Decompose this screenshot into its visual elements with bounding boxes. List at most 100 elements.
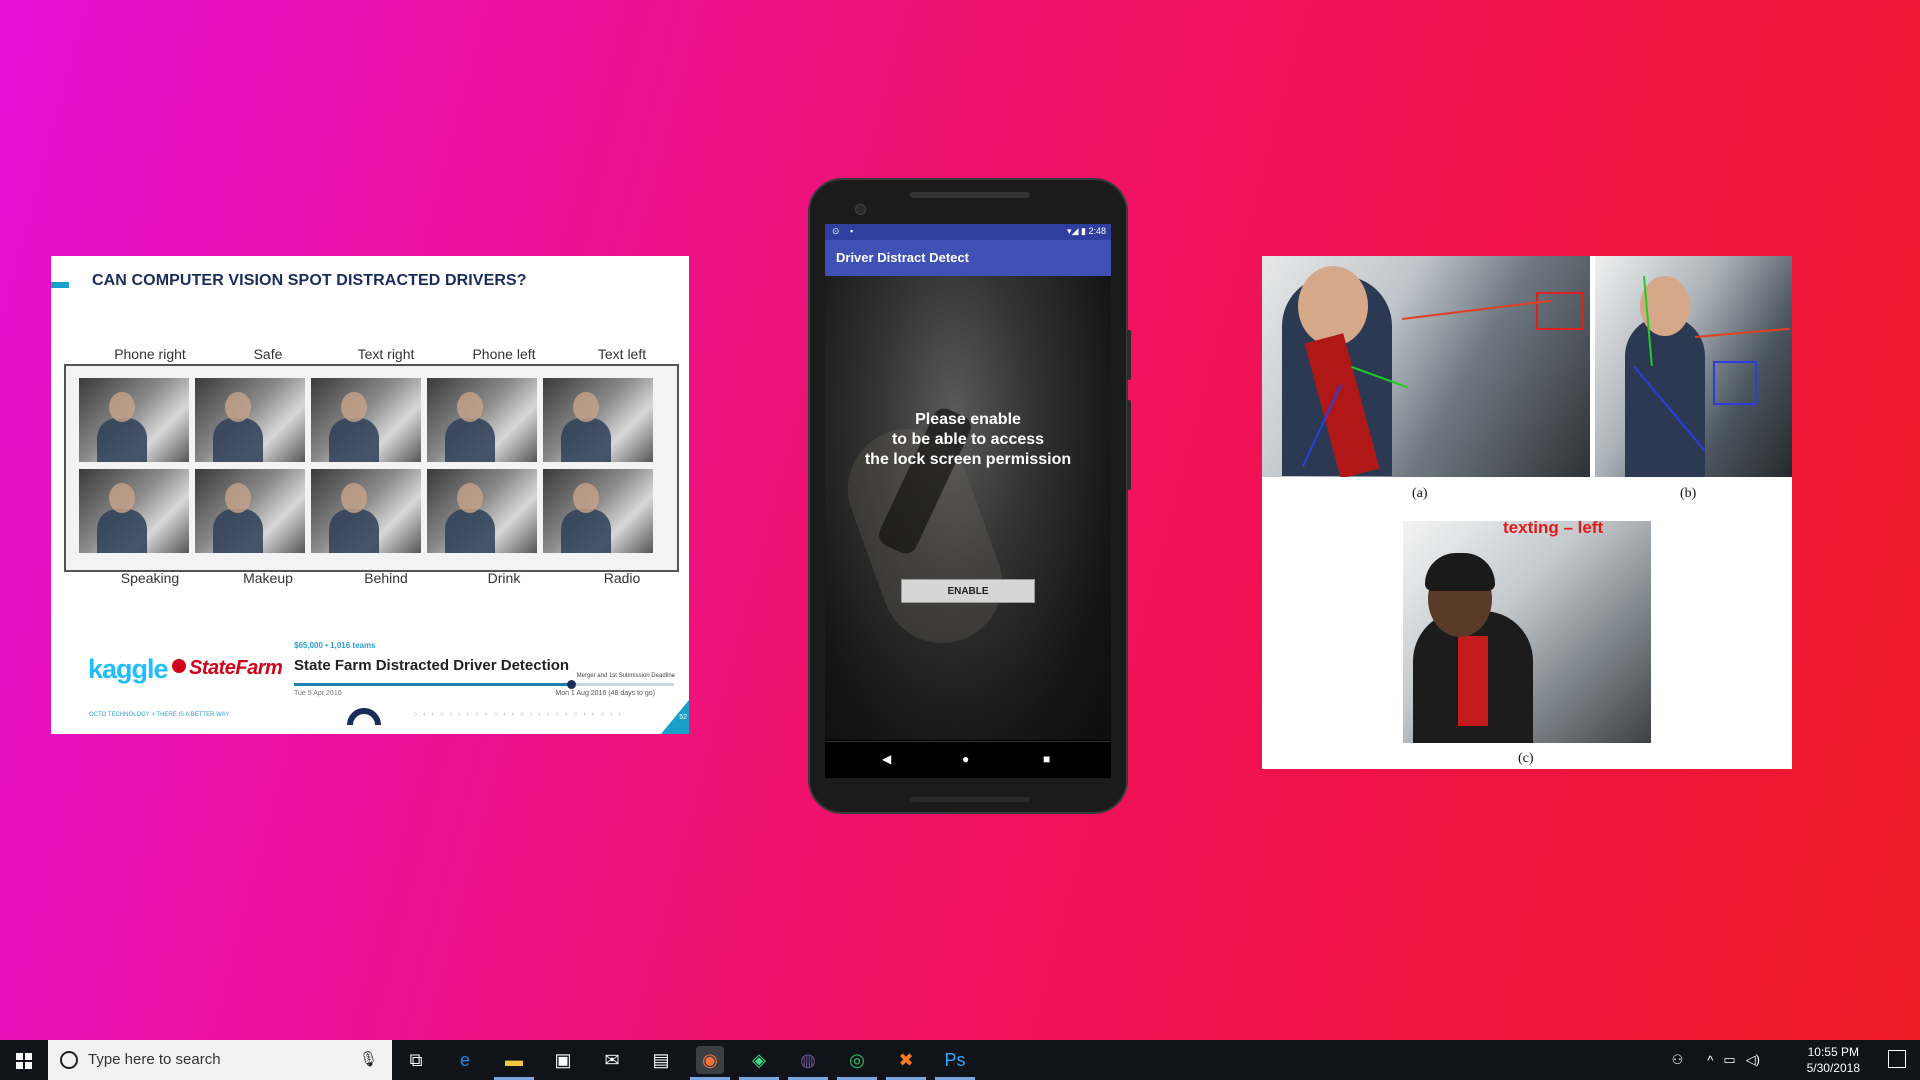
navigation-bar: ◀ ● ■ (825, 741, 1111, 778)
clock-date: 5/30/2018 (1806, 1061, 1860, 1075)
message-line: to be able to access (891, 431, 1045, 448)
slide-title: CAN COMPUTER VISION SPOT DISTRACTED DRIV… (92, 272, 527, 289)
end-date: Mon 1 Aug 2016 (48 days to go) (555, 690, 655, 697)
category-label: Text right (357, 346, 415, 362)
windows-icon (16, 1053, 32, 1069)
message-line: Please enable (915, 411, 1021, 428)
statefarm-logo: StateFarm (189, 657, 283, 679)
enable-button[interactable]: ENABLE (901, 579, 1035, 603)
store-icon[interactable]: ▣ (549, 1046, 577, 1074)
status-bar: ⊙ ▪ ▾◢ ▮ 2:48 (825, 224, 1111, 240)
driver-image-grid (64, 364, 679, 572)
category-label: Safe (253, 346, 283, 362)
page-number-corner: 52 (661, 700, 689, 734)
action-center-icon[interactable] (1888, 1050, 1906, 1068)
timeline-progress (294, 683, 572, 686)
driver-thumbnail (427, 469, 537, 553)
driver-head (1298, 266, 1368, 346)
search-box[interactable]: Type here to search 🎙 (48, 1040, 392, 1080)
edge-icon[interactable]: e (451, 1046, 479, 1074)
volume-button (1127, 400, 1131, 490)
clock[interactable]: 10:55 PM 5/30/2018 (1807, 1044, 1860, 1076)
power-button (1127, 330, 1131, 380)
home-icon[interactable]: ● (962, 752, 969, 766)
windows-taskbar: Type here to search 🎙 ⧉ e ▬ ▣ ✉ ▤ ◉ ◈ ◍ ◎ ✖ Ps ⚇ ^ … (0, 1040, 1920, 1080)
xampp-icon[interactable]: ✖ (892, 1046, 920, 1074)
sourcetree-icon[interactable]: ◎ (843, 1046, 871, 1074)
research-figure: (a) (b) texting – left (c) (1262, 256, 1792, 769)
driver-thumbnail (79, 378, 189, 462)
decorative-dots: ○ ‹ › ○ › ‹ › ○ › ○ ‹ › ○ › ‹ › ○ › ○ ‹ … (413, 711, 623, 718)
phone-speaker (910, 192, 1030, 198)
timeline-marker (567, 680, 577, 689)
driver-body (1625, 316, 1705, 477)
network-icon[interactable]: ▭ (1723, 1052, 1735, 1068)
driver-scarf (1458, 636, 1488, 726)
android-phone-mockup: ⊙ ▪ ▾◢ ▮ 2:48 Driver Distract Detect Ple… (808, 178, 1131, 814)
permission-message: Please enable to be able to access the l… (835, 410, 1101, 470)
page-number: 52 (679, 714, 687, 721)
statefarm-logo-icon (172, 659, 186, 673)
top-category-labels: Phone right Safe Text right Phone left T… (91, 346, 681, 362)
category-label: Makeup (243, 570, 293, 586)
signal-battery-icons: ▾◢ ▮ (1067, 226, 1086, 236)
detection-box (1536, 292, 1584, 330)
photos-icon[interactable]: ▤ (647, 1046, 675, 1074)
driver-thumbnail (79, 469, 189, 553)
figure-image-a (1262, 256, 1590, 477)
category-label: Behind (364, 570, 408, 586)
mail-icon[interactable]: ✉ (598, 1046, 626, 1074)
octo-logo-icon (347, 708, 381, 725)
firefox-icon[interactable]: ◉ (696, 1046, 724, 1074)
github-icon[interactable]: ◍ (794, 1046, 822, 1074)
status-system-icons: ▾◢ ▮ 2:48 (1067, 226, 1106, 237)
bottom-category-labels: Speaking Makeup Behind Drink Radio (91, 570, 681, 586)
people-icon[interactable]: ⚇ (1672, 1052, 1684, 1068)
camera-icon (855, 204, 866, 215)
app-bar: Driver Distract Detect (825, 240, 1111, 276)
app-title: Driver Distract Detect (836, 250, 969, 265)
status-time: 2:48 (1088, 226, 1106, 236)
app-content: Please enable to be able to access the l… (825, 276, 1111, 740)
caption-c: (c) (1518, 751, 1534, 766)
clock-time: 10:55 PM (1807, 1045, 1859, 1059)
title-accent-bar (51, 282, 69, 288)
start-date: Tue 5 Apr 2016 (294, 690, 342, 697)
category-label: Radio (603, 570, 641, 586)
driver-thumbnail (311, 469, 421, 553)
search-placeholder: Type here to search (88, 1051, 221, 1068)
driver-thumbnail (543, 378, 653, 462)
system-tray: ⚇ ^ ▭ ◁) (1672, 1040, 1760, 1080)
show-hidden-icons-icon[interactable]: ^ (1707, 1053, 1713, 1068)
task-view-icon[interactable]: ⧉ (402, 1046, 430, 1074)
recent-apps-icon[interactable]: ■ (1043, 752, 1050, 766)
driver-hat (1425, 553, 1495, 591)
category-label: Speaking (120, 570, 180, 586)
driver-thumbnail (195, 469, 305, 553)
category-label: Drink (487, 570, 521, 586)
presentation-slide: CAN COMPUTER VISION SPOT DISTRACTED DRIV… (51, 256, 689, 734)
start-button[interactable] (0, 1040, 48, 1080)
driver-thumbnail (543, 469, 653, 553)
kaggle-logo: kaggle (88, 654, 169, 684)
caption-b: (b) (1680, 486, 1697, 501)
detection-box (1713, 361, 1757, 405)
microphone-icon[interactable]: 🎙 (359, 1050, 378, 1068)
phone-screen: ⊙ ▪ ▾◢ ▮ 2:48 Driver Distract Detect Ple… (825, 224, 1111, 778)
android-studio-icon[interactable]: ◈ (745, 1046, 773, 1074)
back-icon[interactable]: ◀ (882, 752, 891, 766)
driver-thumbnail (311, 378, 421, 462)
pose-line (1402, 299, 1552, 320)
prize-info: $65,000 • 1,016 teams (294, 641, 376, 650)
prediction-label: texting – left (1503, 521, 1604, 537)
volume-icon[interactable]: ◁) (1746, 1052, 1760, 1068)
file-explorer-icon[interactable]: ▬ (500, 1046, 528, 1074)
status-notification-icons: ⊙ ▪ (832, 226, 858, 236)
figure-image-c: texting – left (1403, 521, 1651, 743)
message-line: the lock screen permission (864, 451, 1072, 468)
driver-thumbnail (427, 378, 537, 462)
footer-text: OCTO TECHNOLOGY > THERE IS A BETTER WAY (89, 712, 230, 718)
category-label: Text left (597, 346, 647, 362)
photoshop-icon[interactable]: Ps (941, 1046, 969, 1074)
category-label: Phone right (114, 346, 186, 362)
